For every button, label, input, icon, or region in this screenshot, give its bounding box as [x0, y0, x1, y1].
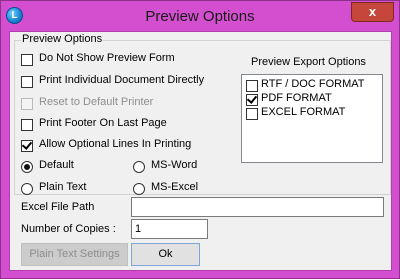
pdf-format-checkbox[interactable]	[246, 93, 258, 106]
pdf-format-label[interactable]: PDF FORMAT	[261, 92, 332, 104]
preview-options-group-label: Preview Options	[21, 33, 104, 45]
ok-button[interactable]: Ok	[131, 243, 200, 266]
preview-export-options-label: Preview Export Options	[251, 56, 366, 68]
plain-text-radio[interactable]	[21, 183, 33, 195]
excel-format-label[interactable]: EXCEL FORMAT	[261, 106, 345, 118]
allow-optional-lines-in-printing-checkbox[interactable]	[21, 139, 33, 152]
number-of-copies-label: Number of Copies :	[21, 223, 116, 235]
default-radio-label[interactable]: Default	[39, 159, 74, 171]
ms-word-radio[interactable]	[133, 161, 145, 173]
print-footer-on-last-page-checkbox[interactable]	[21, 119, 33, 131]
preview-options-window: L Preview Options x Preview Options Do N…	[0, 0, 400, 279]
excel-file-path-label: Excel File Path	[21, 201, 95, 213]
default-radio[interactable]	[21, 161, 33, 173]
rtf-doc-format-label[interactable]: RTF / DOC FORMAT	[261, 78, 364, 90]
allow-optional-lines-in-printing-label[interactable]: Allow Optional Lines In Printing	[39, 138, 191, 150]
ms-word-radio-label[interactable]: MS-Word	[151, 159, 197, 171]
check-mark-icon	[21, 139, 33, 150]
check-mark-icon	[246, 93, 258, 104]
print-footer-on-last-page-label[interactable]: Print Footer On Last Page	[39, 117, 167, 129]
dialog-client-area: Preview Options Do Not Show Preview Form…	[9, 31, 392, 271]
plain-text-settings-button[interactable]: Plain Text Settings	[21, 243, 128, 266]
excel-file-path-input[interactable]	[131, 197, 384, 217]
reset-to-default-printer-label: Reset to Default Printer	[39, 96, 154, 108]
reset-to-default-printer-checkbox[interactable]	[21, 98, 33, 110]
do-not-show-preview-form-checkbox[interactable]	[21, 54, 33, 66]
preview-options-group: Preview Options Do Not Show Preview Form…	[14, 33, 391, 195]
close-icon: x	[368, 4, 377, 19]
close-button[interactable]: x	[351, 2, 394, 22]
do-not-show-preview-form-label[interactable]: Do Not Show Preview Form	[39, 52, 175, 64]
ms-excel-radio[interactable]	[133, 183, 145, 195]
rtf-doc-format-checkbox[interactable]	[246, 80, 258, 92]
radio-selected-dot-icon	[24, 164, 30, 170]
print-individual-document-directly-label[interactable]: Print Individual Document Directly	[39, 74, 204, 86]
title-bar[interactable]: L Preview Options x	[1, 1, 399, 31]
window-title: Preview Options	[145, 8, 255, 25]
print-individual-document-directly-checkbox[interactable]	[21, 76, 33, 88]
plain-text-radio-label[interactable]: Plain Text	[39, 181, 87, 193]
ms-excel-radio-label[interactable]: MS-Excel	[151, 181, 198, 193]
excel-format-checkbox[interactable]	[246, 108, 258, 120]
number-of-copies-input[interactable]	[131, 219, 208, 239]
preview-export-options-list: RTF / DOC FORMAT PDF FORMAT EXCEL FORMAT	[241, 74, 383, 163]
